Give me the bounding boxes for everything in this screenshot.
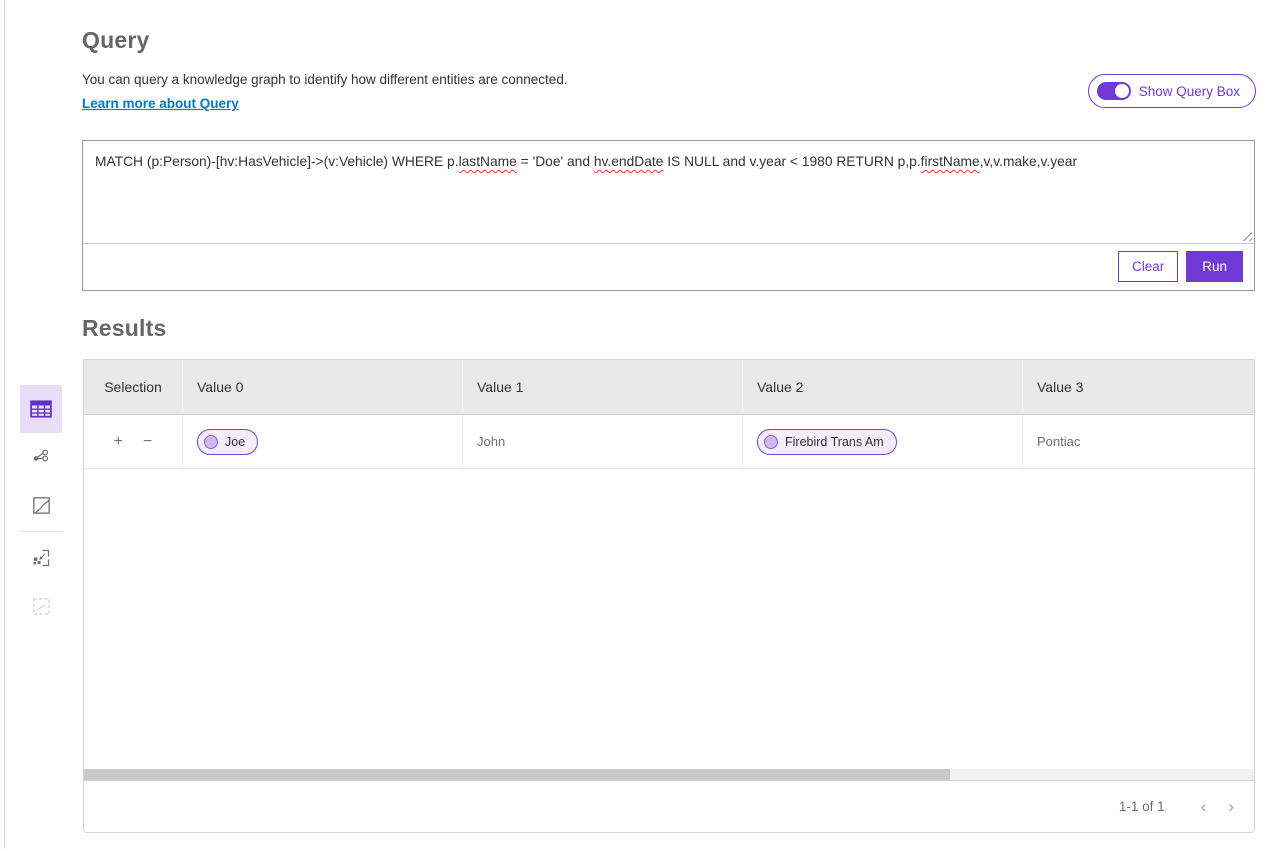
- query-text-segment: = 'Doe' and: [517, 154, 594, 169]
- table-view-button[interactable]: [20, 385, 62, 433]
- add-to-map-icon: [33, 598, 50, 615]
- query-text-segment: MATCH (p:Person)-[hv:HasVehicle]->(v:Veh…: [95, 154, 459, 169]
- remove-from-selection-button[interactable]: −: [143, 434, 152, 450]
- table-row: + − Joe John Firebird Trans Am Pontiac: [84, 415, 1254, 469]
- show-query-box-toggle[interactable]: Show Query Box: [1088, 74, 1256, 108]
- entity-chip-label: Firebird Trans Am: [785, 435, 884, 449]
- add-to-selection-button[interactable]: +: [114, 434, 123, 450]
- table-header-row: Selection Value 0 Value 1 Value 2 Value …: [84, 360, 1254, 415]
- map-view-icon: [33, 497, 50, 514]
- run-button[interactable]: Run: [1186, 251, 1243, 282]
- column-header-selection: Selection: [84, 360, 183, 414]
- query-page: { "colors": { "accent_purple": "#6f3bd4"…: [0, 0, 1265, 849]
- column-header-value2: Value 2: [743, 360, 1023, 414]
- entity-chip-label: Joe: [225, 435, 245, 449]
- toggle-knob: [1115, 84, 1129, 98]
- page-description: You can query a knowledge graph to ident…: [82, 72, 568, 87]
- column-header-value0: Value 0: [183, 360, 463, 414]
- query-text-misspelled: firstName: [921, 154, 980, 169]
- sidebar-divider: [20, 531, 62, 532]
- scrollbar-thumb[interactable]: [84, 769, 950, 780]
- clear-button[interactable]: Clear: [1118, 251, 1178, 282]
- horizontal-scrollbar[interactable]: [84, 769, 1254, 780]
- table-view-icon: [30, 400, 52, 418]
- add-to-link-chart-button[interactable]: [20, 534, 62, 582]
- query-editor-footer: Clear Run: [83, 243, 1254, 290]
- link-chart-view-icon: [32, 448, 50, 466]
- add-to-link-chart-icon: [32, 549, 50, 567]
- results-title: Results: [82, 315, 166, 342]
- query-text-segment: ,v,v.make,v.year: [980, 154, 1077, 169]
- show-query-box-label: Show Query Box: [1139, 84, 1240, 99]
- value3-cell: Pontiac: [1023, 415, 1254, 468]
- add-to-map-button: [20, 582, 62, 630]
- results-table: Selection Value 0 Value 1 Value 2 Value …: [83, 359, 1255, 833]
- entity-icon: [204, 435, 218, 449]
- link-chart-view-button[interactable]: [20, 433, 62, 481]
- toggle-switch-icon[interactable]: [1097, 82, 1131, 100]
- value1-cell: John: [463, 415, 743, 468]
- query-text-segment: IS NULL and v.year < 1980 RETURN p,p.: [663, 154, 920, 169]
- table-footer: 1-1 of 1 ‹ ›: [84, 780, 1254, 832]
- entity-chip-person[interactable]: Joe: [197, 429, 258, 455]
- next-page-button[interactable]: ›: [1228, 798, 1234, 815]
- page-title: Query: [82, 27, 149, 54]
- value2-cell: Firebird Trans Am: [743, 415, 1023, 468]
- pagination-range: 1-1 of 1: [1119, 799, 1165, 814]
- results-view-sidebar: [20, 385, 62, 630]
- previous-page-button[interactable]: ‹: [1201, 798, 1207, 815]
- page-left-divider: [4, 0, 5, 849]
- column-header-value3: Value 3: [1023, 360, 1254, 414]
- map-view-button[interactable]: [20, 481, 62, 529]
- entity-icon: [764, 435, 778, 449]
- entity-chip-vehicle[interactable]: Firebird Trans Am: [757, 429, 897, 455]
- query-editor-panel: MATCH (p:Person)-[hv:HasVehicle]->(v:Veh…: [82, 140, 1255, 291]
- column-header-value1: Value 1: [463, 360, 743, 414]
- query-text-misspelled: hv.endDate: [594, 154, 664, 169]
- query-text-misspelled: lastName: [459, 154, 517, 169]
- value0-cell: Joe: [183, 415, 463, 468]
- query-input[interactable]: MATCH (p:Person)-[hv:HasVehicle]->(v:Veh…: [83, 141, 1254, 244]
- learn-more-link[interactable]: Learn more about Query: [82, 96, 239, 111]
- selection-cell: + −: [84, 415, 183, 468]
